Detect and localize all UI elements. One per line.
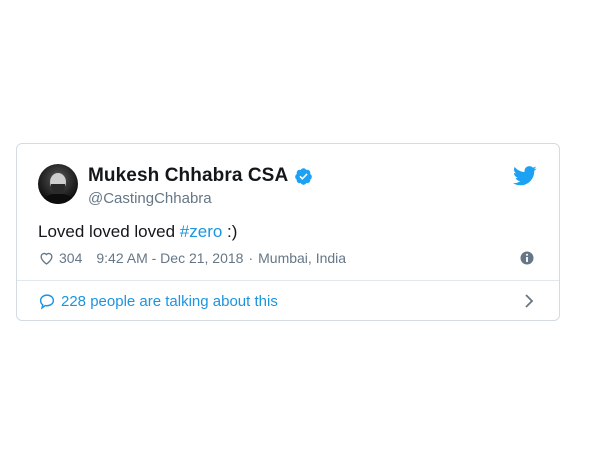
info-icon[interactable] bbox=[520, 251, 534, 265]
tweet-text: Loved loved loved #zero :) bbox=[38, 222, 237, 242]
twitter-bird-icon[interactable] bbox=[513, 166, 537, 186]
display-name[interactable]: Mukesh Chhabra CSA bbox=[88, 165, 288, 187]
user-handle[interactable]: @CastingChhabra bbox=[88, 190, 212, 207]
meta-separator: · bbox=[248, 250, 254, 266]
chevron-right-icon[interactable] bbox=[523, 293, 535, 309]
tweet-location[interactable]: Mumbai, India bbox=[258, 250, 346, 266]
author-name-row[interactable]: Mukesh Chhabra CSA bbox=[88, 165, 313, 187]
tweet-timestamp[interactable]: 9:42 AM - Dec 21, 2018 bbox=[96, 250, 243, 266]
heart-icon[interactable] bbox=[38, 250, 55, 266]
hashtag-link[interactable]: #zero bbox=[180, 222, 223, 241]
like-count[interactable]: 304 bbox=[59, 250, 82, 266]
avatar[interactable] bbox=[38, 164, 78, 204]
talking-about-text[interactable]: 228 people are talking about this bbox=[61, 293, 523, 310]
tweet-text-suffix: :) bbox=[222, 222, 238, 241]
tweet-text-prefix: Loved loved loved bbox=[38, 222, 180, 241]
tweet-meta: 304 9:42 AM - Dec 21, 2018 · Mumbai, Ind… bbox=[38, 250, 346, 266]
tweet-card[interactable]: Mukesh Chhabra CSA @CastingChhabra Loved… bbox=[16, 143, 560, 321]
verified-badge-icon bbox=[295, 167, 313, 185]
talking-about-link[interactable]: 228 people are talking about this bbox=[38, 280, 535, 322]
speech-bubble-icon bbox=[39, 293, 55, 310]
